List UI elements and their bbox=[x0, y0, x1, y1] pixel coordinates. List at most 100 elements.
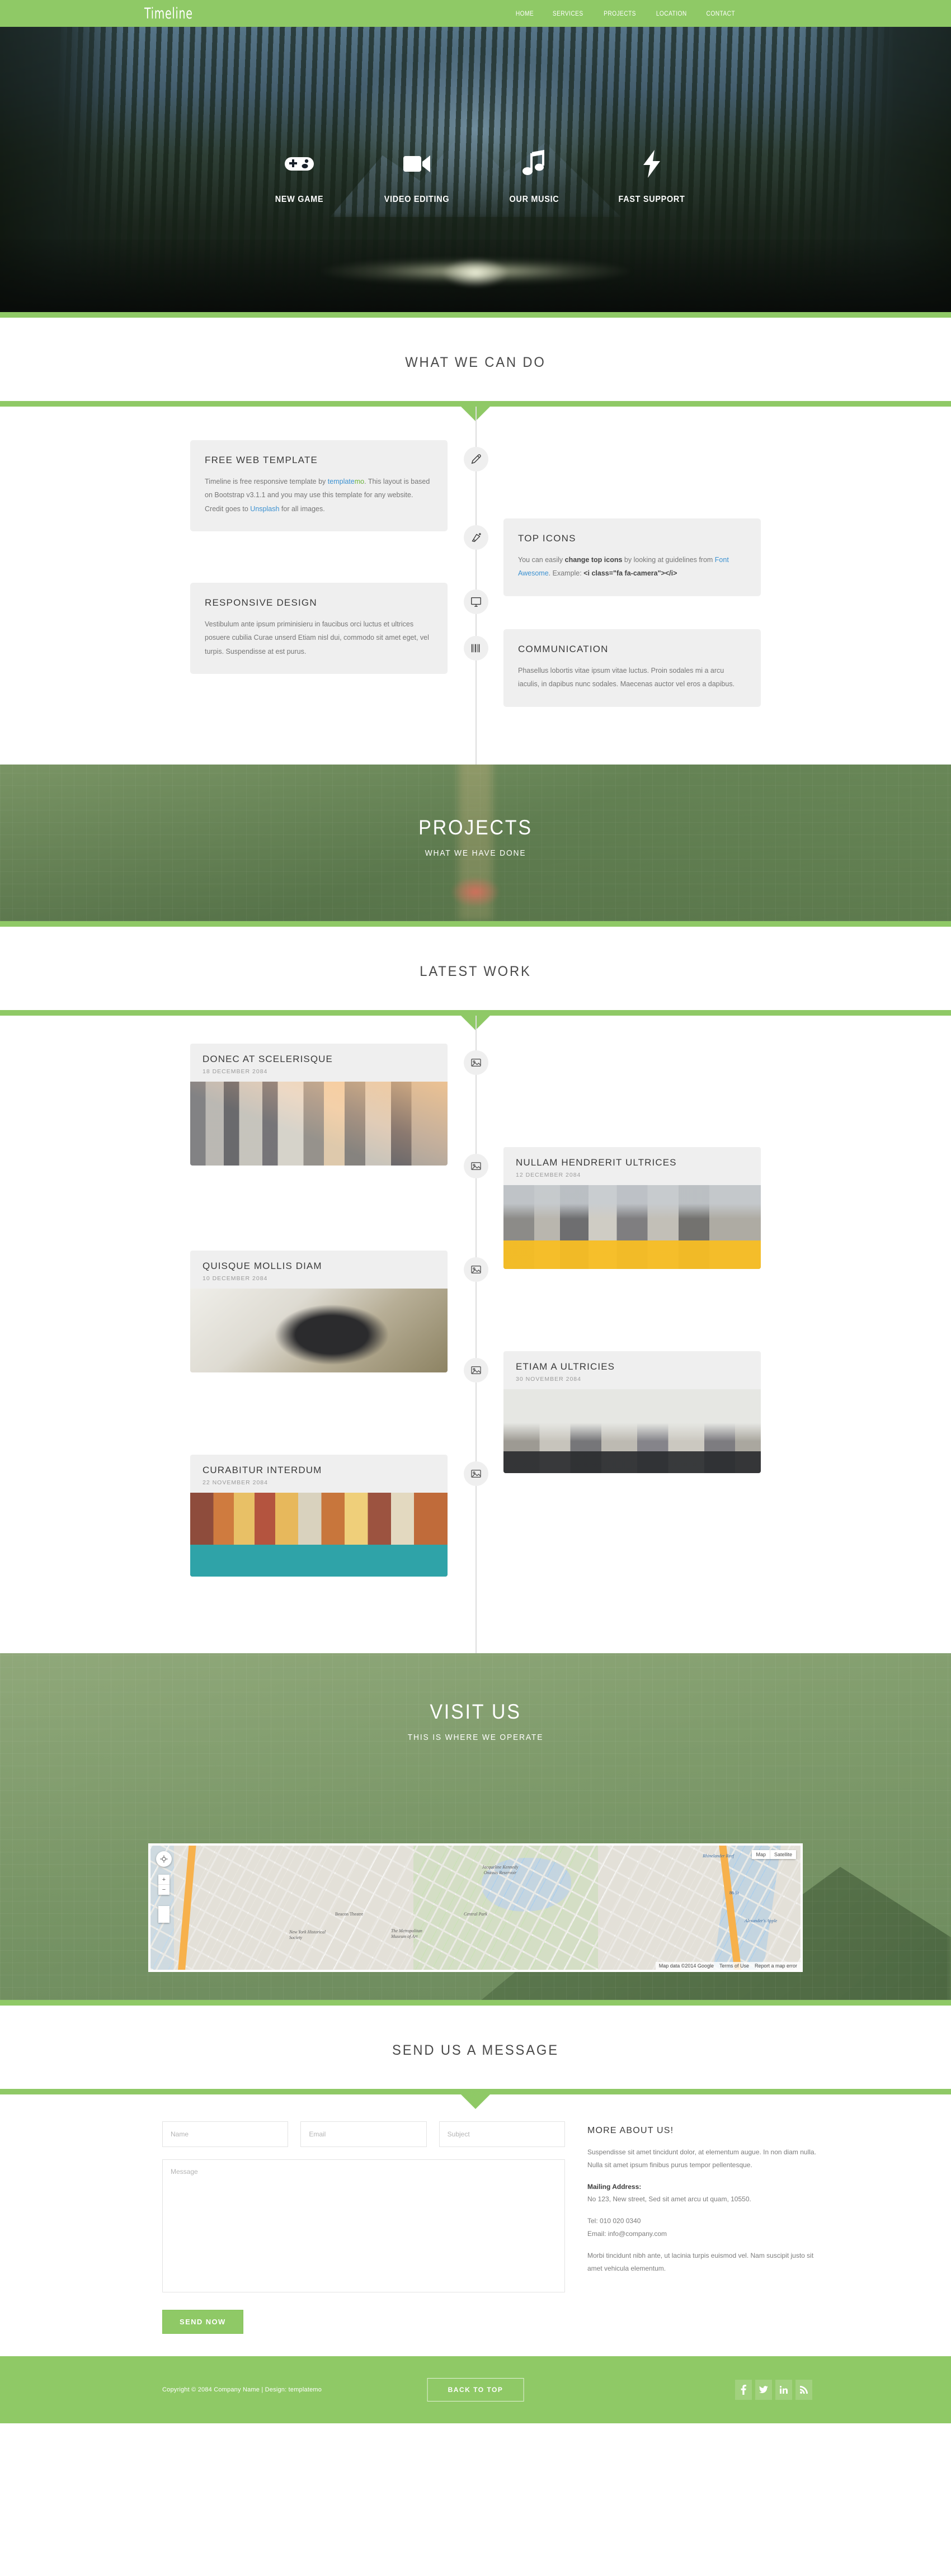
linkedin-icon[interactable] bbox=[775, 2380, 792, 2400]
visit-us-subtitle: This is where we operate bbox=[407, 1733, 544, 1742]
work-card-title: Curabitur interdum bbox=[203, 1465, 322, 1475]
map-zoom-controls[interactable]: + − bbox=[158, 1875, 170, 1895]
map-label: Jacqueline Kennedy Onassis Reservoir bbox=[482, 1865, 519, 1875]
map-label: New York Historical Society bbox=[289, 1929, 326, 1940]
service-card-title: Free Web Template bbox=[205, 455, 318, 465]
service-card-text: Timeline is free responsive template by … bbox=[205, 478, 430, 513]
picture-icon bbox=[464, 1461, 488, 1486]
contact-divider-arrow bbox=[0, 2089, 951, 2109]
map-zoom-in-button[interactable]: + bbox=[158, 1875, 170, 1885]
top-navbar: Timeline Home Services Projects Location… bbox=[0, 0, 951, 27]
service-card-text: Phasellus lobortis vitae ipsum vitae luc… bbox=[518, 667, 735, 688]
hero-feature-label: Fast Support bbox=[618, 195, 685, 204]
service-card-communication[interactable]: Communication Phasellus lobortis vitae i… bbox=[503, 629, 761, 707]
latest-work-section: Latest Work Donec at scelerisque 18 Dece… bbox=[0, 927, 951, 1653]
gamepad-icon bbox=[241, 148, 358, 180]
map-type-map[interactable]: Map bbox=[752, 1850, 770, 1859]
email-input[interactable] bbox=[300, 2121, 427, 2147]
subject-input[interactable] bbox=[439, 2121, 565, 2147]
service-card-top-icons[interactable]: Top Icons You can easily change top icon… bbox=[503, 518, 761, 596]
hero-feature-our-music[interactable]: Our Music bbox=[476, 148, 593, 205]
twitter-icon[interactable] bbox=[755, 2380, 772, 2400]
service-card-responsive-design[interactable]: Responsive Design Vestibulum ante ipsum … bbox=[190, 583, 448, 674]
map-zoom-out-button[interactable]: − bbox=[158, 1885, 170, 1895]
banner-title: Projects bbox=[418, 816, 533, 839]
work-card-thumbnail bbox=[190, 1493, 448, 1577]
map-type-toggle[interactable]: Map Satellite bbox=[752, 1850, 796, 1859]
latest-work-title: Latest Work bbox=[420, 964, 531, 979]
nav-item-services[interactable]: Services bbox=[547, 10, 590, 17]
about-us-address: No 123, New street, Sed sit amet arcu ut… bbox=[587, 2195, 751, 2204]
video-camera-icon bbox=[358, 148, 476, 180]
map-recenter-button[interactable] bbox=[156, 1851, 172, 1867]
work-card[interactable]: Nullam hendrerit ultrices 12 December 20… bbox=[503, 1147, 761, 1269]
contact-title: Send us a message bbox=[392, 2042, 559, 2058]
hero-feature-video-editing[interactable]: Video Editing bbox=[358, 148, 476, 205]
service-card-free-web-template[interactable]: Free Web Template Timeline is free respo… bbox=[190, 440, 448, 532]
work-card-header: Donec at scelerisque 18 December 2084 bbox=[190, 1044, 448, 1082]
work-card[interactable]: Donec at scelerisque 18 December 2084 bbox=[190, 1044, 448, 1166]
contact-row: Send Now More about us! Suspendisse sit … bbox=[0, 2094, 951, 2334]
barcode-icon bbox=[464, 636, 488, 660]
map-label: Central Park bbox=[464, 1912, 487, 1917]
picture-icon bbox=[464, 1358, 488, 1383]
visit-us-section: Visit Us This is where we operate Centra… bbox=[0, 1653, 951, 2000]
service-card-title: Top Icons bbox=[518, 533, 576, 544]
map-terms-link[interactable]: Terms of Use bbox=[719, 1963, 749, 1969]
hero-feature-new-game[interactable]: New Game bbox=[241, 148, 358, 205]
work-card[interactable]: Quisque mollis diam 10 December 2084 bbox=[190, 1251, 448, 1372]
work-timeline: Donec at scelerisque 18 December 2084 Nu… bbox=[0, 1016, 951, 1653]
name-input[interactable] bbox=[162, 2121, 289, 2147]
service-card-text: Vestibulum ante ipsum priminisieru in fa… bbox=[205, 620, 429, 655]
bolt-icon bbox=[593, 148, 710, 180]
map-bottom-rule bbox=[0, 2000, 951, 2006]
site-footer: Copyright © 2084 Company Name | Design: … bbox=[0, 2356, 951, 2423]
hero-bottom-rule bbox=[0, 312, 951, 318]
message-input[interactable] bbox=[162, 2159, 565, 2292]
work-card-title: Donec at scelerisque bbox=[203, 1054, 333, 1064]
map-street-view-pegman[interactable] bbox=[158, 1906, 170, 1923]
work-card[interactable]: Curabitur interdum 22 November 2084 bbox=[190, 1455, 448, 1577]
google-map[interactable]: Central Park Jacqueline Kennedy Onassis … bbox=[148, 1843, 803, 1972]
work-card-date: 18 December 2084 bbox=[203, 1068, 268, 1075]
site-brand[interactable]: Timeline bbox=[144, 5, 193, 22]
map-data-credit: Map data ©2014 Google bbox=[658, 1963, 714, 1969]
hero-feature-fast-support[interactable]: Fast Support bbox=[593, 148, 710, 205]
facebook-icon[interactable] bbox=[735, 2380, 752, 2400]
services-timeline: Free Web Template Timeline is free respo… bbox=[0, 407, 951, 765]
work-card[interactable]: Etiam a ultricies 30 November 2084 bbox=[503, 1351, 761, 1473]
hero-feature-label: Video Editing bbox=[384, 195, 450, 204]
picture-icon bbox=[464, 1154, 488, 1178]
back-to-top-button[interactable]: Back to Top bbox=[427, 2378, 524, 2402]
banner-bottom-rule bbox=[0, 921, 951, 927]
nav-item-location[interactable]: Location bbox=[650, 10, 693, 17]
send-now-button[interactable]: Send Now bbox=[162, 2310, 243, 2334]
rss-icon[interactable] bbox=[795, 2380, 812, 2400]
map-attribution: Map data ©2014 Google Terms of Use Repor… bbox=[655, 1962, 801, 1970]
music-note-icon bbox=[476, 148, 593, 180]
about-us-heading: More about us! bbox=[587, 2126, 674, 2135]
nav-item-projects[interactable]: Projects bbox=[597, 10, 642, 17]
projects-banner: Projects What we have done bbox=[0, 765, 951, 921]
hero-feature-label: New Game bbox=[275, 195, 324, 204]
templatemo-link[interactable]: templatemo bbox=[328, 478, 364, 485]
footer-copyright: Copyright © 2084 Company Name | Design: … bbox=[162, 2386, 322, 2393]
picture-icon bbox=[464, 1257, 488, 1282]
map-report-error-link[interactable]: Report a map error bbox=[755, 1963, 797, 1969]
unsplash-link[interactable]: Unsplash bbox=[250, 505, 279, 513]
about-us-email: Email: info@company.com bbox=[587, 2229, 667, 2238]
work-card-title: Etiam a ultricies bbox=[516, 1361, 615, 1372]
work-card-header: Quisque mollis diam 10 December 2084 bbox=[190, 1251, 448, 1289]
nav-item-contact[interactable]: Contact bbox=[700, 10, 742, 17]
about-us-block: More about us! Suspendisse sit amet tinc… bbox=[587, 2121, 828, 2334]
work-card-date: 10 December 2084 bbox=[203, 1275, 268, 1282]
about-us-contact-block: Tel: 010 020 0340 Email: info@company.co… bbox=[587, 2215, 828, 2240]
map-label: The Metropolitan Museum of Art bbox=[391, 1928, 422, 1939]
banner-subtitle: What we have done bbox=[425, 848, 526, 858]
services-section: What we can do Free Web Template Timelin… bbox=[0, 318, 951, 765]
map-type-satellite[interactable]: Satellite bbox=[770, 1850, 796, 1859]
service-card-text: You can easily change top icons by looki… bbox=[518, 556, 729, 578]
nav-item-home[interactable]: Home bbox=[510, 10, 540, 17]
hero-feature-list: New Game Video Editing bbox=[0, 148, 951, 205]
contact-field-row bbox=[162, 2121, 565, 2147]
